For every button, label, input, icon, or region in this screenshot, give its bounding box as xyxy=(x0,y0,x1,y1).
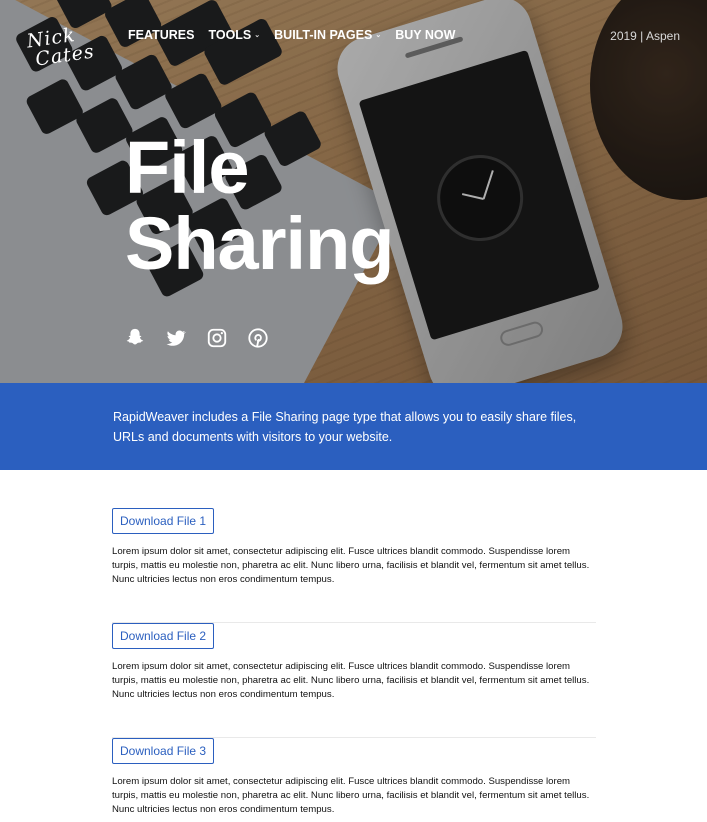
chevron-down-icon: ⌄ xyxy=(375,32,382,39)
file-description: Lorem ipsum dolor sit amet, consectetur … xyxy=(112,661,590,701)
page-title-line-1: File xyxy=(125,126,249,209)
instagram-icon[interactable] xyxy=(206,327,228,349)
intro-text: RapidWeaver includes a File Sharing page… xyxy=(113,410,577,444)
nav-item-tools[interactable]: TOOLS ⌄ xyxy=(208,28,260,42)
twitter-icon[interactable] xyxy=(165,327,187,349)
site-logo[interactable]: Nick Cates xyxy=(25,24,96,71)
list-item: Download File 3 Lorem ipsum dolor sit am… xyxy=(112,738,596,822)
list-item: Download File 1 Lorem ipsum dolor sit am… xyxy=(112,508,596,623)
pinterest-icon[interactable] xyxy=(247,327,269,349)
page-title: File Sharing xyxy=(125,126,394,285)
main-nav: FEATURES TOOLS ⌄ BUILT-IN PAGES ⌄ BUY NO… xyxy=(128,28,455,42)
intro-band: RapidWeaver includes a File Sharing page… xyxy=(0,383,707,470)
nav-item-features[interactable]: FEATURES xyxy=(128,28,194,42)
chevron-down-icon: ⌄ xyxy=(254,32,261,39)
hero-section: Nick Cates FEATURES TOOLS ⌄ BUILT-IN PAG… xyxy=(0,0,707,383)
nav-item-built-in-pages[interactable]: BUILT-IN PAGES ⌄ xyxy=(274,28,381,42)
top-right-text: 2019 | Aspen xyxy=(610,29,680,43)
list-item: Download File 2 Lorem ipsum dolor sit am… xyxy=(112,623,596,738)
page-title-line-2: Sharing xyxy=(125,202,394,285)
download-file-3-button[interactable]: Download File 3 xyxy=(112,738,215,764)
social-links xyxy=(124,327,269,349)
download-file-2-button[interactable]: Download File 2 xyxy=(112,623,215,649)
download-file-1-button[interactable]: Download File 1 xyxy=(112,508,215,534)
nav-item-buy-now[interactable]: BUY NOW xyxy=(395,28,455,42)
file-list: Download File 1 Lorem ipsum dolor sit am… xyxy=(112,508,596,822)
file-description: Lorem ipsum dolor sit amet, consectetur … xyxy=(112,776,590,816)
file-description: Lorem ipsum dolor sit amet, consectetur … xyxy=(112,546,590,586)
snapchat-icon[interactable] xyxy=(124,327,146,349)
